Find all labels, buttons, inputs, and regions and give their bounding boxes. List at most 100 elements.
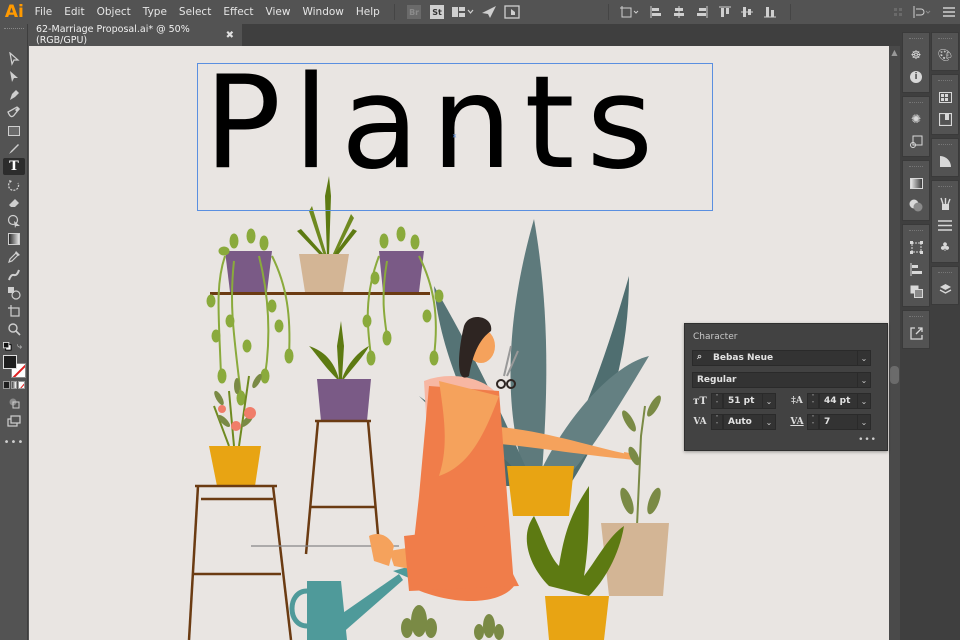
stock-button[interactable]: St <box>429 3 446 21</box>
graphic-styles-button[interactable] <box>932 214 958 236</box>
menu-help[interactable]: Help <box>350 6 386 18</box>
align-left-icon <box>650 6 661 18</box>
close-tab-icon[interactable]: ✖ <box>226 30 234 41</box>
rectangle-tool[interactable] <box>3 122 25 139</box>
libraries-button[interactable] <box>932 108 958 130</box>
tracking-dropdown[interactable]: ⌄ <box>857 414 871 430</box>
tracking-stepper[interactable]: ˄ ˅ <box>807 414 819 430</box>
pathfinder-button[interactable] <box>903 280 929 302</box>
swatches-button[interactable] <box>932 86 958 108</box>
transform-panel-icon <box>909 135 922 148</box>
font-family-field[interactable]: ⌕ Bebas Neue <box>692 350 858 366</box>
rotate-tool[interactable] <box>3 176 25 193</box>
curvature-tool[interactable] <box>3 104 25 121</box>
color-button[interactable] <box>3 381 10 389</box>
paintbrush-tool[interactable] <box>3 140 25 157</box>
arrange-documents-button[interactable] <box>451 3 475 21</box>
transform-bounds-button[interactable] <box>903 236 929 258</box>
kerning-field[interactable]: Auto <box>723 414 763 430</box>
appearance-button[interactable]: ✺ <box>903 108 929 130</box>
symbols-button[interactable]: ♣ <box>932 236 958 258</box>
gradient-panel-button[interactable] <box>903 172 929 194</box>
font-size-dropdown[interactable]: ⌄ <box>762 393 776 409</box>
layers-button[interactable] <box>932 278 958 300</box>
color-panel-button[interactable]: 🎨︎ <box>932 44 958 66</box>
pen-tool[interactable] <box>3 86 25 103</box>
menu-type[interactable]: Type <box>137 6 173 18</box>
font-style-dropdown[interactable]: ⌄ <box>857 372 871 388</box>
sun-icon: ✺ <box>910 112 922 126</box>
selection-tool[interactable] <box>3 50 25 67</box>
edit-toolbar-button[interactable]: ••• <box>3 434 25 451</box>
leading-field[interactable]: 44 pt <box>819 393 859 409</box>
vertical-scrollbar[interactable]: ▲ <box>889 46 900 640</box>
bridge-button[interactable]: Br <box>406 3 423 21</box>
panel-grip[interactable] <box>4 28 24 30</box>
gradient-button[interactable] <box>10 381 18 389</box>
menu-object[interactable]: Object <box>91 6 137 18</box>
default-colors-icon <box>3 342 12 351</box>
distribute-button[interactable] <box>912 3 934 21</box>
fill-stroke-swatches[interactable] <box>3 355 26 378</box>
screen-mode-button[interactable] <box>3 412 25 429</box>
headline-text[interactable]: Plants <box>204 60 665 188</box>
swap-fill-stroke-button[interactable]: ⤷ <box>14 338 25 355</box>
align-left-button[interactable] <box>648 3 665 21</box>
puppet-warp-tool[interactable] <box>3 266 25 283</box>
info-button[interactable]: i <box>903 66 929 88</box>
export-icon <box>909 326 923 340</box>
zoom-tool[interactable] <box>3 320 25 337</box>
menu-window[interactable]: Window <box>296 6 349 18</box>
leading-dropdown[interactable]: ⌄ <box>857 393 871 409</box>
blend-tool[interactable] <box>3 284 25 301</box>
toolbar-divider <box>607 4 609 20</box>
transparency-button[interactable] <box>903 194 929 216</box>
menu-view[interactable]: View <box>260 6 297 18</box>
tracking-field[interactable]: 7 <box>819 414 859 430</box>
shape-builder-tool[interactable] <box>3 212 25 229</box>
isolate-button[interactable] <box>889 3 906 21</box>
align-center-h-button[interactable] <box>670 3 687 21</box>
text-frame-selection[interactable]: Plants ✕ <box>197 60 713 211</box>
magnifier-icon <box>8 322 21 336</box>
document-tab[interactable]: 62-Marriage Proposal.ai* @ 50% (RGB/GPU)… <box>28 24 242 46</box>
none-button[interactable] <box>18 381 26 389</box>
touch-workspace-button[interactable] <box>504 3 521 21</box>
font-size-stepper[interactable]: ˄ ˅ <box>711 393 723 409</box>
direct-selection-tool[interactable] <box>3 68 25 85</box>
type-tool[interactable]: T <box>3 158 25 175</box>
artboard-tool[interactable] <box>3 302 25 319</box>
scroll-up-icon[interactable]: ▲ <box>889 48 900 57</box>
panel-menu-button[interactable] <box>940 3 957 21</box>
panel-options-button[interactable]: ••• <box>858 435 877 445</box>
menu-effect[interactable]: Effect <box>217 6 259 18</box>
gpu-performance-button[interactable] <box>481 3 498 21</box>
eyedropper-tool[interactable] <box>3 248 25 265</box>
align-right-button[interactable] <box>693 3 710 21</box>
stroke-panel-button[interactable] <box>932 150 958 172</box>
menu-file[interactable]: File <box>29 6 59 18</box>
transform-panel-button[interactable] <box>903 130 929 152</box>
brushes-button[interactable] <box>932 192 958 214</box>
font-size-field[interactable]: 51 pt <box>723 393 763 409</box>
align-panel-button[interactable] <box>903 258 929 280</box>
leading-stepper[interactable]: ˄ ˅ <box>807 393 819 409</box>
menu-select[interactable]: Select <box>173 6 217 18</box>
menu-edit[interactable]: Edit <box>58 6 90 18</box>
default-fill-stroke-button[interactable] <box>2 338 13 355</box>
font-style-field[interactable]: Regular <box>692 372 858 388</box>
export-button[interactable] <box>903 322 929 344</box>
font-family-dropdown[interactable]: ⌄ <box>857 350 871 366</box>
align-bottom-button[interactable] <box>762 3 779 21</box>
kerning-stepper[interactable]: ˄ ˅ <box>711 414 723 430</box>
navigator-button[interactable]: ☸ <box>903 44 929 66</box>
align-middle-button[interactable] <box>739 3 756 21</box>
kerning-dropdown[interactable]: ⌄ <box>762 414 776 430</box>
transform-button[interactable] <box>619 3 642 21</box>
fill-swatch[interactable] <box>3 355 17 369</box>
align-top-button[interactable] <box>716 3 733 21</box>
eraser-tool[interactable] <box>3 194 25 211</box>
scrollbar-thumb[interactable] <box>890 366 899 384</box>
gradient-tool[interactable] <box>3 230 25 247</box>
draw-mode-button[interactable] <box>3 394 25 411</box>
